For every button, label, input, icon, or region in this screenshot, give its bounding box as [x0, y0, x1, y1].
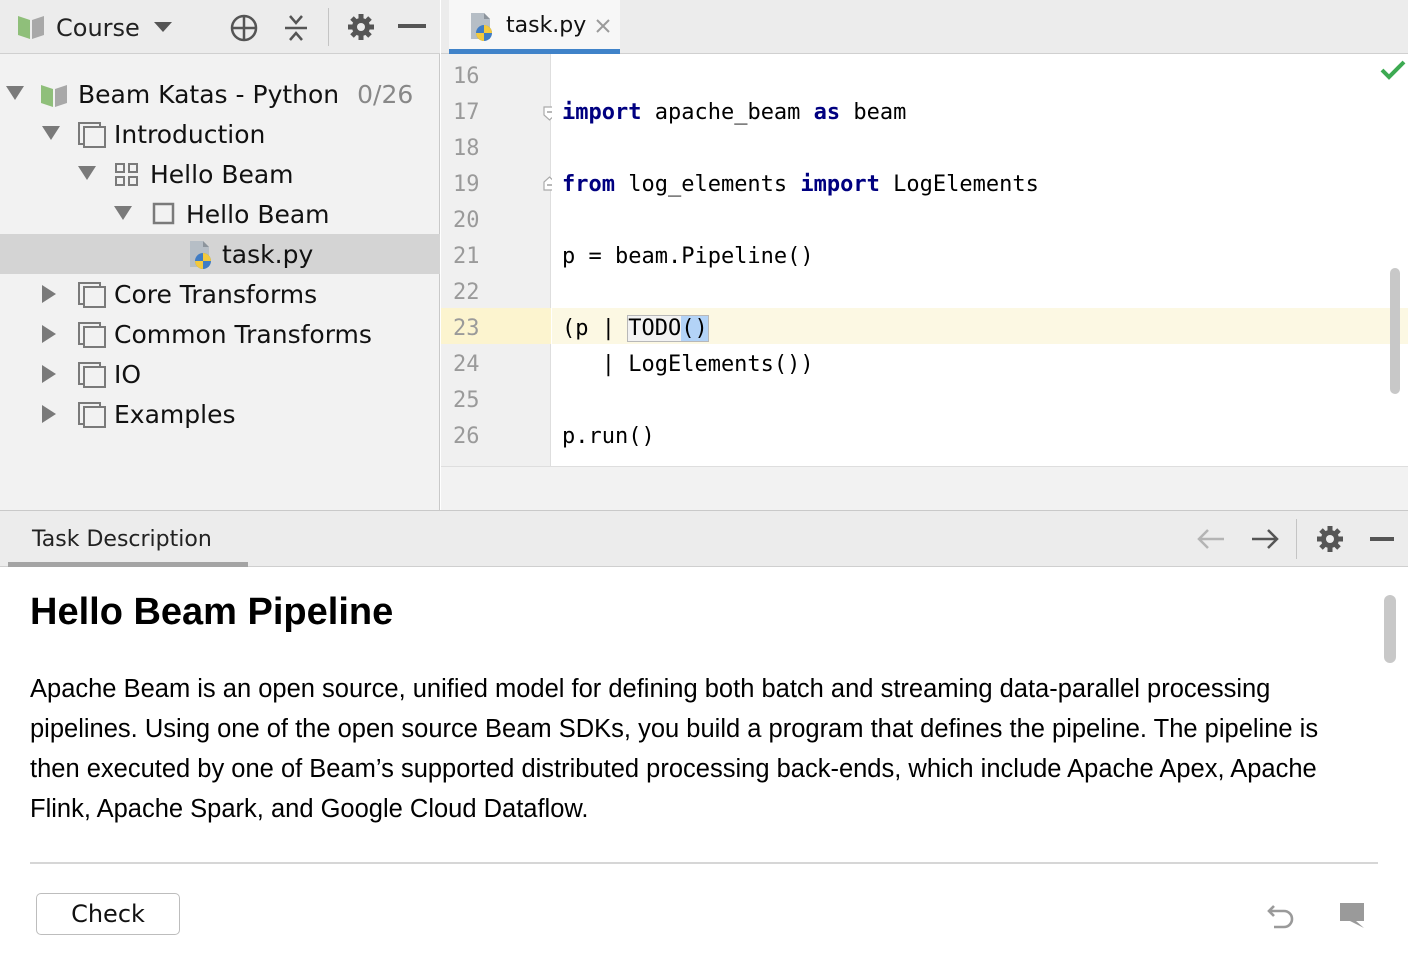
section-icon	[78, 282, 106, 313]
line-number: 26	[453, 424, 480, 449]
tab-label: task.py	[506, 13, 587, 38]
arrow-left-icon[interactable]	[1196, 527, 1226, 551]
task-scrollbar[interactable]	[1384, 595, 1396, 663]
gear-icon[interactable]	[344, 10, 378, 44]
minimize-icon[interactable]	[398, 24, 426, 28]
line-number: 23	[453, 316, 480, 341]
editor-tab-bar: task.py	[441, 0, 1408, 54]
section-icon	[78, 322, 106, 353]
tree-item-hello-beam-task[interactable]: Hello Beam	[0, 194, 440, 234]
section-icon	[78, 402, 106, 433]
tree-item-io[interactable]: IO	[0, 354, 440, 394]
course-book-icon	[16, 13, 46, 41]
close-tab-icon[interactable]	[595, 18, 611, 39]
lesson-grid-icon	[114, 162, 140, 193]
section-icon	[78, 122, 106, 153]
tree-item-label: Beam Katas - Python	[78, 80, 340, 109]
tree-item-label: task.py	[222, 240, 314, 269]
tab-task-description[interactable]: Task Description	[8, 511, 248, 567]
editor-bottom-area	[441, 466, 1408, 510]
python-file-icon	[469, 12, 497, 47]
task-header: Task Description	[0, 511, 1408, 567]
task-square-icon	[152, 202, 176, 231]
editor-scrollbar[interactable]	[1390, 268, 1400, 394]
collapse-arrow-icon[interactable]	[42, 365, 56, 383]
tree-item-hello-beam-lesson[interactable]: Hello Beam	[0, 154, 440, 194]
collapse-arrow-icon[interactable]	[42, 405, 56, 423]
gear-icon[interactable]	[1314, 523, 1346, 555]
tree-item-label: Common Transforms	[114, 320, 372, 349]
python-file-icon	[188, 240, 216, 275]
project-panel: Course Beam Katas - Python 0/26 Introduc…	[0, 0, 440, 510]
code-line-21: p = beam.Pipeline()	[562, 244, 814, 269]
expand-arrow-icon[interactable]	[114, 206, 132, 220]
line-number: 19	[453, 172, 480, 197]
line-number: 16	[453, 64, 480, 89]
check-button[interactable]: Check	[36, 893, 180, 935]
code-area[interactable]: import apache_beam as beam from log_elem…	[552, 54, 1408, 466]
tab-task-py[interactable]: task.py	[449, 0, 620, 54]
code-line-26: p.run()	[562, 424, 655, 449]
code-editor: task.py 16 17 18 19 20 21 22 23 24 25 26…	[441, 0, 1408, 510]
tree-item-label: Introduction	[114, 120, 266, 149]
chevron-down-icon[interactable]	[152, 20, 174, 34]
code-line-23: (p | TODO()	[562, 315, 709, 342]
divider	[30, 862, 1378, 864]
line-number: 20	[453, 208, 480, 233]
toolbar-separator	[328, 8, 329, 46]
matched-parens: ()	[681, 316, 708, 341]
active-tab-indicator	[8, 562, 248, 567]
expand-arrow-icon[interactable]	[78, 166, 96, 180]
todo-placeholder[interactable]: TODO()	[627, 315, 709, 342]
code-line-24: | LogElements())	[562, 352, 814, 377]
tree-item-label: Core Transforms	[114, 280, 318, 309]
tree-item-label: Hello Beam	[150, 160, 294, 189]
arrow-right-icon[interactable]	[1250, 527, 1280, 551]
tab-label: Task Description	[32, 527, 212, 552]
code-line-19: from log_elements import LogElements	[562, 172, 1039, 197]
comment-icon[interactable]	[1338, 901, 1366, 934]
checkmark-icon	[1380, 60, 1406, 85]
minimize-icon[interactable]	[1370, 537, 1394, 541]
expand-arrow-icon[interactable]	[42, 126, 60, 140]
task-body-text: Apache Beam is an open source, unified m…	[30, 675, 1319, 823]
tree-item-label: Hello Beam	[186, 200, 330, 229]
tree-item-beam-katas[interactable]: Beam Katas - Python 0/26	[0, 74, 440, 114]
course-dropdown-label[interactable]: Course	[56, 14, 140, 42]
section-icon	[78, 362, 106, 393]
code-line-17: import apache_beam as beam	[562, 100, 907, 125]
project-toolbar: Course	[0, 0, 440, 54]
tree-item-core-transforms[interactable]: Core Transforms	[0, 274, 440, 314]
tree-item-introduction[interactable]: Introduction	[0, 114, 440, 154]
expand-arrow-icon[interactable]	[6, 86, 24, 100]
line-number: 22	[453, 280, 480, 305]
collapse-arrow-icon[interactable]	[42, 285, 56, 303]
tree-item-task-py[interactable]: task.py	[0, 234, 440, 274]
tree-item-label: Examples	[114, 400, 236, 429]
task-title: Hello Beam Pipeline	[30, 591, 394, 633]
progress-count: 0/26	[357, 80, 414, 109]
line-number: 17	[453, 100, 480, 125]
line-number: 25	[453, 388, 480, 413]
collapse-all-icon[interactable]	[280, 12, 312, 44]
undo-icon[interactable]	[1266, 901, 1296, 934]
task-description-panel: Task Description Hello Beam Pipeline Apa…	[0, 510, 1408, 968]
collapse-arrow-icon[interactable]	[42, 325, 56, 343]
tree-item-examples[interactable]: Examples	[0, 394, 440, 434]
line-number: 24	[453, 352, 480, 377]
line-number-gutter: 16 17 18 19 20 21 22 23 24 25 26	[441, 54, 556, 466]
book-icon	[40, 82, 68, 113]
line-number: 18	[453, 136, 480, 161]
tree-item-label: IO	[114, 360, 142, 389]
line-number: 21	[453, 244, 480, 269]
toolbar-separator	[1296, 519, 1297, 559]
locate-crosshair-icon[interactable]	[228, 12, 260, 44]
tree-item-common-transforms[interactable]: Common Transforms	[0, 314, 440, 354]
